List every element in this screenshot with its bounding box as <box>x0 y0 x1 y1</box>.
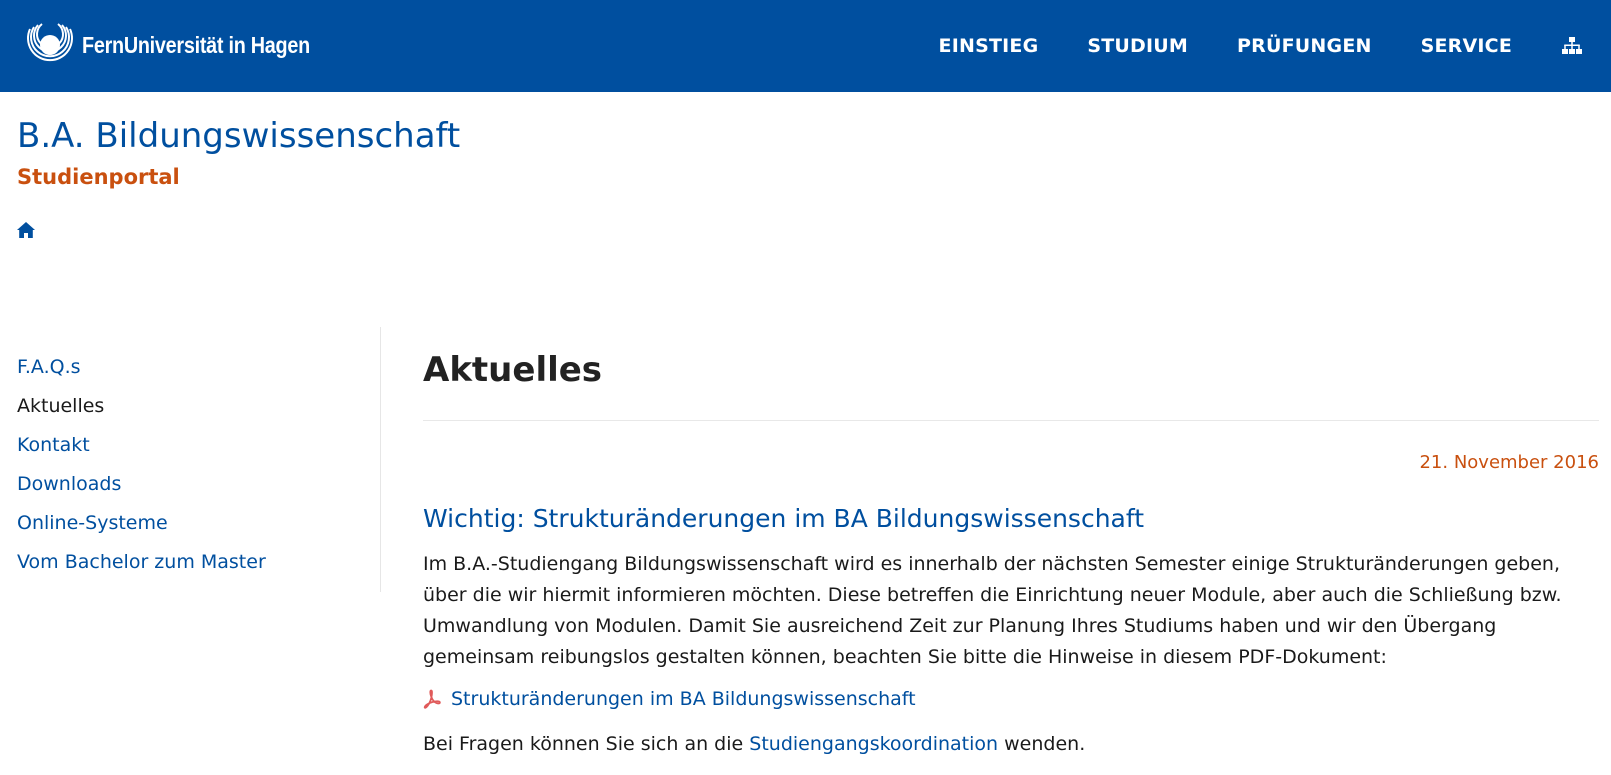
news-headline[interactable]: Wichtig: Strukturänderungen im BA Bildun… <box>423 504 1144 533</box>
sidebar-item-downloads[interactable]: Downloads <box>17 473 121 495</box>
breadcrumb-home[interactable] <box>17 222 35 238</box>
sidebar-item-aktuelles[interactable]: Aktuelles <box>17 395 104 417</box>
sidebar-navigation: F.A.Q.s Aktuelles Kontakt Downloads Onli… <box>17 327 381 592</box>
pdf-icon <box>423 689 441 709</box>
nav-einstieg[interactable]: EINSTIEG <box>939 35 1039 57</box>
pdf-link-label: Strukturänderungen im BA Bildungswissens… <box>451 688 916 710</box>
nav-pruefungen[interactable]: PRÜFUNGEN <box>1237 35 1372 57</box>
home-icon <box>17 222 35 238</box>
content-divider <box>423 420 1599 421</box>
sidebar-item-online-systeme[interactable]: Online-Systeme <box>17 512 168 534</box>
sitemap-button[interactable] <box>1561 35 1583 57</box>
sidebar-item-faqs[interactable]: F.A.Q.s <box>17 356 81 378</box>
pdf-download-link[interactable]: Strukturänderungen im BA Bildungswissens… <box>423 688 916 710</box>
fernuni-logo-icon <box>27 23 73 62</box>
site-subtitle: Studienportal <box>17 165 180 189</box>
sitemap-icon <box>1562 37 1582 54</box>
logo-text: FernUniversität in Hagen <box>82 31 310 58</box>
sidebar-item-bachelor-master[interactable]: Vom Bachelor zum Master <box>17 551 266 573</box>
main-navigation: EINSTIEG STUDIUM PRÜFUNGEN SERVICE <box>890 0 1611 92</box>
site-title[interactable]: B.A. Bildungswissenschaft <box>17 116 460 156</box>
studiengangskoordination-link[interactable]: Studiengangskoordination <box>749 733 998 755</box>
news-body: Im B.A.-Studiengang Bildungswissenschaft… <box>423 553 1562 668</box>
contact-line: Bei Fragen können Sie sich an die Studie… <box>423 733 1085 755</box>
news-date: 21. November 2016 <box>1419 452 1599 473</box>
contact-prefix: Bei Fragen können Sie sich an die <box>423 733 744 755</box>
page-title: Aktuelles <box>423 350 603 390</box>
site-header: FernUniversität in Hagen EINSTIEG STUDIU… <box>0 0 1611 92</box>
nav-service[interactable]: SERVICE <box>1421 35 1512 57</box>
nav-studium[interactable]: STUDIUM <box>1087 35 1188 57</box>
sidebar-item-kontakt[interactable]: Kontakt <box>17 434 90 456</box>
contact-suffix: wenden. <box>1004 733 1086 755</box>
university-logo[interactable]: FernUniversität in Hagen <box>24 19 347 71</box>
